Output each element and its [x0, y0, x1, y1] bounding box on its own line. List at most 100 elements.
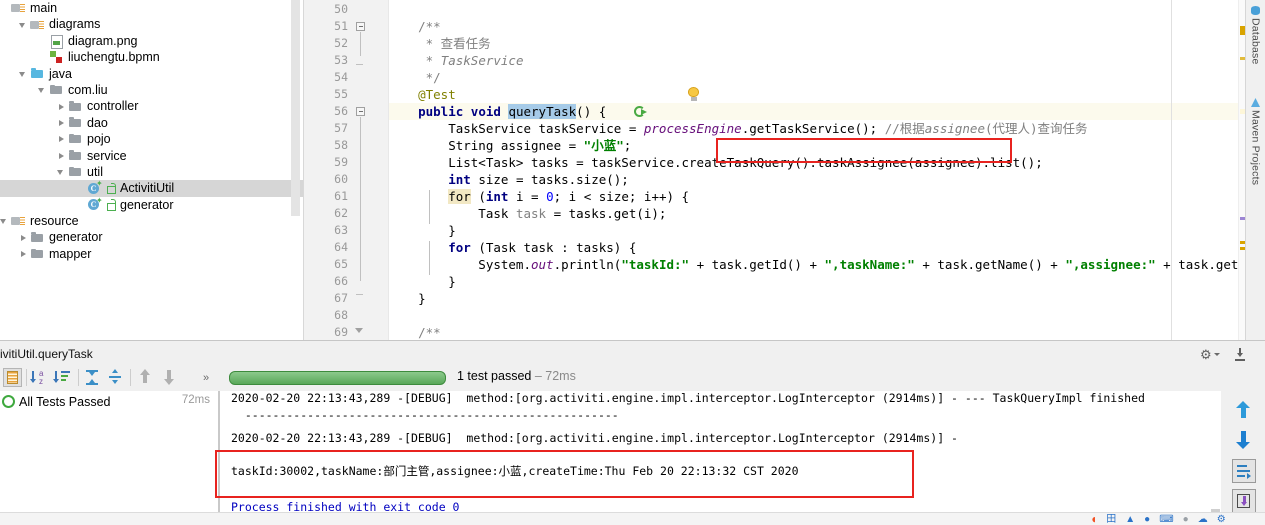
- keyboard-icon[interactable]: ⌨: [1159, 513, 1173, 525]
- ime-logo-icon[interactable]: ◖: [1090, 513, 1097, 525]
- chevron-right-icon[interactable]: [57, 148, 68, 164]
- run-configuration-title: ivitiUtil.queryTask: [0, 347, 93, 361]
- ime-mode-icon[interactable]: ▲: [1125, 513, 1135, 525]
- tree-item-generator[interactable]: C ✦ generator: [0, 196, 304, 213]
- ime-dot-icon[interactable]: ●: [1144, 513, 1150, 525]
- right-margin-guide: [1171, 0, 1172, 340]
- tree-item-com-liu[interactable]: com.liu: [0, 82, 304, 98]
- line-number: 62: [334, 206, 348, 220]
- right-tool-window-tabs[interactable]: Database Maven Projects: [1245, 0, 1265, 340]
- line-number: 50: [334, 2, 348, 16]
- fold-collapse-icon[interactable]: [356, 107, 365, 116]
- line-number: 69: [334, 325, 348, 339]
- tree-item-label: dao: [87, 115, 108, 130]
- tool-tab-maven[interactable]: Maven Projects: [1246, 98, 1265, 185]
- tree-item-service[interactable]: service: [0, 148, 304, 164]
- ime-tray[interactable]: ◖ 田 ▲ ● ⌨ ● ☁ ⚙: [1090, 513, 1226, 525]
- hide-window-icon[interactable]: [1233, 348, 1249, 362]
- code-line: for (int i = 0; i < size; i++) {: [448, 189, 690, 204]
- intention-bulb-icon[interactable]: [687, 87, 700, 102]
- ime-chinese-icon[interactable]: 田: [1106, 513, 1116, 525]
- os-taskbar: ◖ 田 ▲ ● ⌨ ● ☁ ⚙: [0, 512, 1265, 525]
- chevron-right-icon[interactable]: [19, 246, 30, 262]
- sort-duration-icon[interactable]: [52, 368, 73, 387]
- code-line: * 查看任务: [388, 36, 491, 51]
- line-number: 58: [334, 138, 348, 152]
- user-icon[interactable]: ●: [1183, 513, 1189, 525]
- code-line: * TaskService: [388, 53, 524, 68]
- line-number: 66: [334, 274, 348, 288]
- test-progress-label: 1 test passed – 72ms: [457, 369, 576, 383]
- arrow-down-icon[interactable]: [160, 368, 179, 387]
- console-output[interactable]: 2020-02-20 22:13:43,289 -[DEBUG] method:…: [219, 391, 1210, 525]
- export-icon[interactable]: [1232, 489, 1256, 513]
- test-tree-panel[interactable]: All Tests Passed 72ms: [0, 391, 219, 525]
- test-passed-icon: [2, 395, 15, 408]
- tree-item-main[interactable]: main: [0, 0, 304, 16]
- arrow-down-icon[interactable]: [1232, 429, 1256, 453]
- tree-item-label: com.liu: [68, 82, 108, 97]
- show-passed-toggle[interactable]: [3, 368, 22, 387]
- folder-icon: [49, 82, 64, 98]
- tool-tab-database[interactable]: Database: [1246, 6, 1265, 65]
- chevron-right-icon[interactable]: [57, 99, 68, 115]
- soft-wrap-icon[interactable]: [1232, 459, 1256, 483]
- tree-item-label: resource: [30, 214, 79, 229]
- tree-item-activitiutil[interactable]: C ✦ ActivitiUtil: [0, 180, 304, 197]
- fold-region-line: [360, 32, 361, 56]
- sort-alpha-icon[interactable]: a z: [29, 368, 50, 387]
- tree-item-dao[interactable]: dao: [0, 115, 304, 131]
- tree-item-label: generator: [49, 230, 103, 245]
- tree-item-pojo[interactable]: pojo: [0, 131, 304, 147]
- chevron-down-icon[interactable]: [0, 213, 11, 229]
- chevron-right-icon[interactable]: [19, 230, 30, 246]
- console-line: 2020-02-20 22:13:43,289 -[DEBUG] method:…: [231, 391, 1145, 405]
- cloud-icon[interactable]: ☁: [1198, 513, 1208, 525]
- tree-item-liuchengtu-bpmn[interactable]: liuchengtu.bpmn: [0, 49, 304, 65]
- arrow-up-icon[interactable]: [1232, 399, 1256, 423]
- code-line: TaskService taskService = processEngine.…: [388, 121, 1088, 136]
- chevron-right-icon[interactable]: [57, 131, 68, 147]
- chevron-down-icon[interactable]: [38, 82, 49, 98]
- collapse-all-icon[interactable]: [106, 368, 125, 387]
- tree-item-label: main: [30, 1, 58, 15]
- code-editor[interactable]: 50 51 52 53 54 55 56 57 58 59 60 61 62 63 64 65 66 67 68 69…: [304, 0, 1265, 340]
- tree-item-java[interactable]: java: [0, 66, 304, 82]
- test-progress-bar: [229, 371, 446, 385]
- progress-separator: –: [534, 369, 542, 383]
- project-tree-panel[interactable]: main diagrams diagram.png liuchengtu.bpmn ja…: [0, 0, 304, 340]
- chevron-right-icon[interactable]: [57, 115, 68, 131]
- code-line: Task task = tasks.get(i);: [388, 206, 667, 221]
- tree-item-controller[interactable]: controller: [0, 98, 304, 114]
- run-test-gutter-icon[interactable]: [634, 106, 647, 119]
- arrow-up-icon[interactable]: [136, 368, 155, 387]
- line-number: 51: [334, 19, 348, 33]
- tree-item-mapper[interactable]: mapper: [0, 246, 304, 262]
- settings-icon[interactable]: ⚙: [1217, 513, 1226, 525]
- expand-all-icon[interactable]: [83, 368, 102, 387]
- fold-expand-arrow[interactable]: [355, 328, 363, 333]
- tree-item-diagram-png[interactable]: diagram.png: [0, 33, 304, 49]
- tree-item-generator[interactable]: generator: [0, 229, 304, 245]
- test-runner-toolbar[interactable]: a z »: [0, 364, 218, 392]
- console-side-toolbar[interactable]: [1222, 391, 1265, 525]
- chevron-double-right-icon[interactable]: »: [200, 368, 219, 387]
- console-line: taskId:30002,taskName:部门主管,assignee:小蓝,c…: [231, 464, 799, 478]
- gear-icon[interactable]: ⚙: [1197, 348, 1223, 362]
- chevron-down-icon[interactable]: [19, 66, 30, 82]
- tree-item-diagrams[interactable]: diagrams: [0, 16, 304, 32]
- test-tree-root-row[interactable]: All Tests Passed 72ms: [0, 391, 218, 412]
- line-number: 52: [334, 36, 348, 50]
- console-scrollbar[interactable]: [1210, 391, 1221, 525]
- tree-item-util[interactable]: util: [0, 164, 304, 180]
- project-tree-scrollbar[interactable]: [291, 0, 300, 216]
- line-number: 53: [334, 53, 348, 67]
- tree-item-resource[interactable]: resource: [0, 213, 304, 229]
- chevron-down-icon[interactable]: [19, 17, 30, 33]
- chevron-down-icon[interactable]: [57, 164, 68, 180]
- fold-collapse-icon[interactable]: [356, 22, 365, 31]
- line-number: 61: [334, 189, 348, 203]
- folder-icon: [68, 115, 83, 131]
